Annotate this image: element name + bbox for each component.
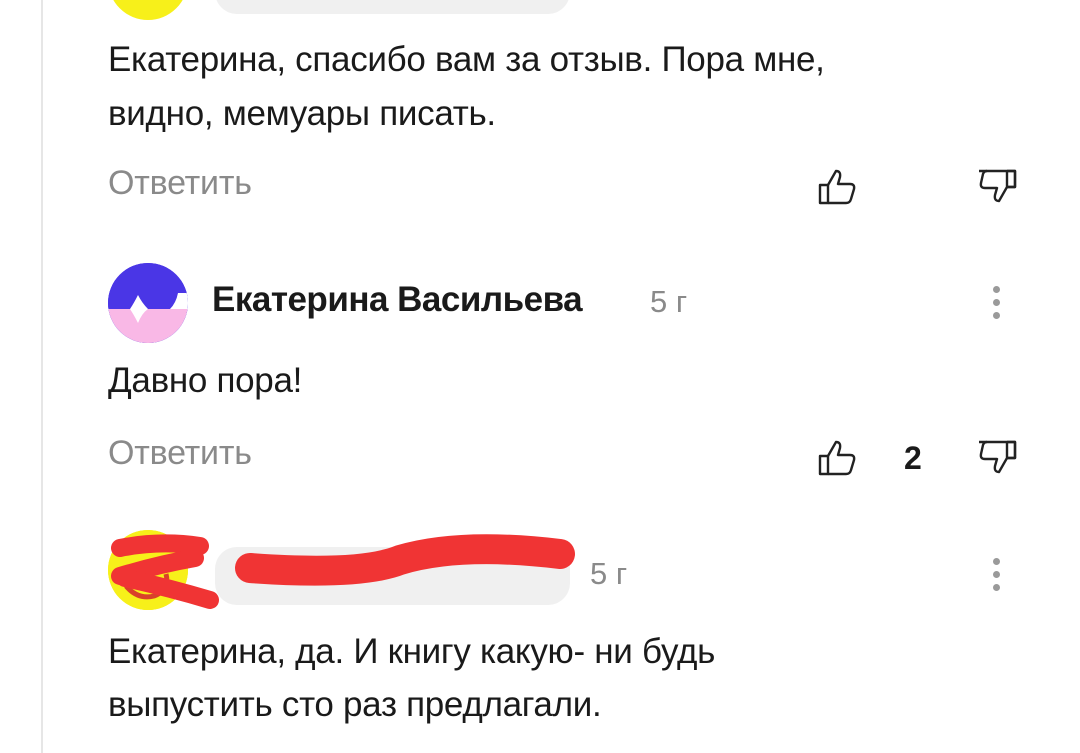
avatar[interactable] <box>108 263 188 343</box>
comment-text-line: видно, мемуары писать. <box>108 94 496 133</box>
more-options-button[interactable] <box>982 280 1012 324</box>
comments-thread: Екатерина, спасибо вам за отзыв. Пора мн… <box>0 0 1080 753</box>
avatar-emblem-icon <box>108 0 188 20</box>
thumbs-down-icon <box>979 169 1017 203</box>
thumbs-up-icon <box>818 169 856 205</box>
redacted-author-pill[interactable] <box>215 0 570 14</box>
like-count: 2 <box>904 440 922 476</box>
comment-author[interactable]: Екатерина Васильева <box>212 280 583 320</box>
more-options-button[interactable] <box>982 552 1012 596</box>
comment-text-line: Екатерина, да. И книгу какую- ни будь <box>108 632 716 671</box>
avatar[interactable] <box>108 0 188 20</box>
like-button[interactable] <box>816 436 860 480</box>
comment-text: Давно пора! <box>108 361 303 400</box>
like-button[interactable] <box>816 165 860 209</box>
comment-text-line: выпустить сто раз предлагали. <box>108 685 602 724</box>
comment-age: 5 г <box>590 556 628 591</box>
dot <box>993 286 1000 293</box>
dot <box>993 558 1000 565</box>
avatar-logo-icon <box>108 263 188 343</box>
thumbs-up-icon <box>818 440 856 476</box>
dot <box>993 299 1000 306</box>
reply-button[interactable]: Ответить <box>108 164 252 203</box>
comment-text-line: Екатерина, спасибо вам за отзыв. Пора мн… <box>108 40 825 79</box>
reply-button[interactable]: Ответить <box>108 434 252 473</box>
thread-line <box>41 0 43 753</box>
comment-age: 5 г <box>650 284 688 319</box>
dot <box>993 312 1000 319</box>
redaction-scribble-icon <box>111 534 575 609</box>
dislike-button[interactable] <box>975 436 1019 480</box>
thumbs-down-icon <box>979 440 1017 474</box>
dot <box>993 584 1000 591</box>
dot <box>993 571 1000 578</box>
dislike-button[interactable] <box>975 165 1019 209</box>
